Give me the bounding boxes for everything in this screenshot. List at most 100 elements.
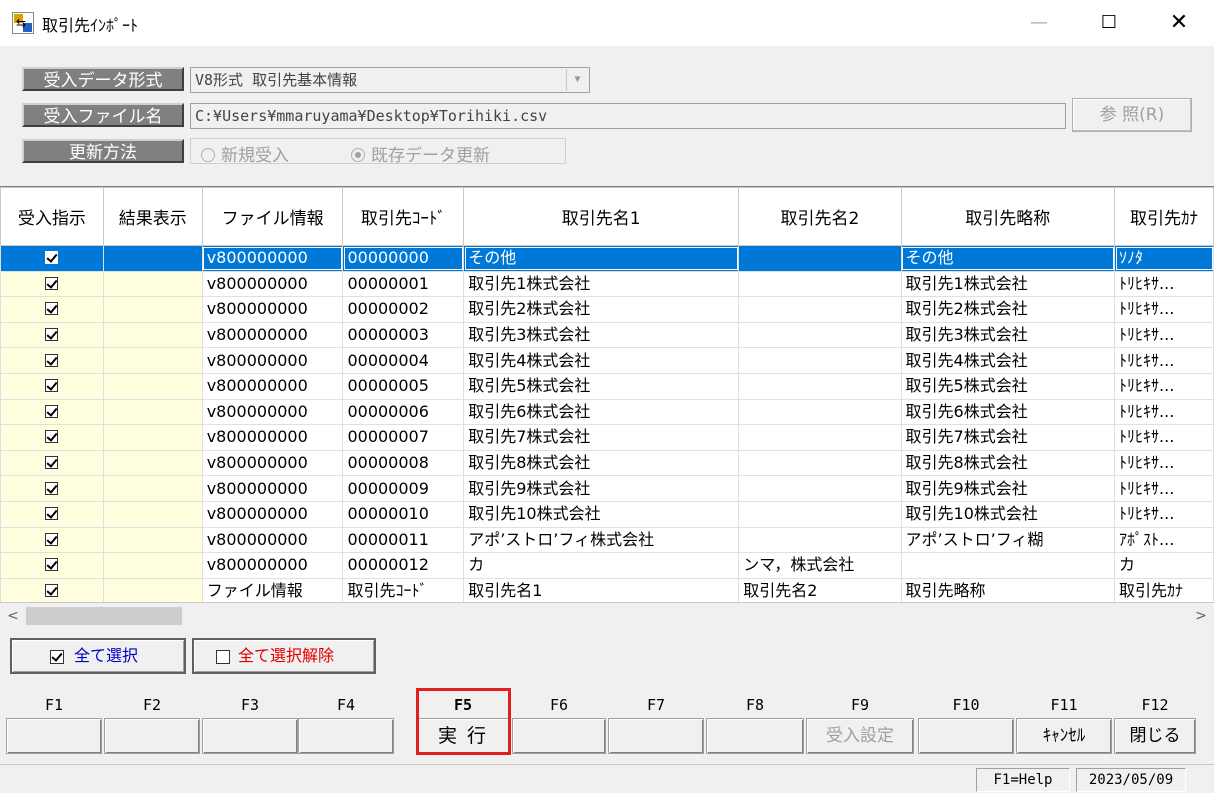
- cell-name1[interactable]: 取引先5株式会社: [463, 372, 740, 400]
- cell-name2[interactable]: [738, 347, 902, 374]
- table-row[interactable]: v800000000 00000003 取引先3株式会社 取引先3株式会社 ﾄﾘﾋｷｻ.…: [0, 321, 1214, 349]
- import-checkbox-cell[interactable]: [0, 449, 104, 477]
- checkbox-checked-icon[interactable]: [45, 353, 59, 367]
- cell-short[interactable]: 取引先7株式会社: [900, 424, 1116, 451]
- import-checkbox-cell[interactable]: [0, 475, 104, 502]
- import-checkbox-cell[interactable]: [0, 500, 104, 528]
- radio-new[interactable]: 新規受入: [201, 141, 289, 166]
- cell-name1[interactable]: 取引先4株式会社: [463, 347, 740, 374]
- column-header[interactable]: 取引先ｺｰﾄﾞ: [342, 187, 465, 246]
- close-button[interactable]: ✕: [1144, 0, 1214, 46]
- fkey-button-f10[interactable]: [918, 718, 1014, 754]
- cell-name2[interactable]: [738, 398, 902, 426]
- cell-code[interactable]: 00000000: [342, 245, 465, 272]
- cell-kana[interactable]: ﾄﾘﾋｷｻ...: [1114, 296, 1214, 323]
- table-row[interactable]: v800000000 00000006 取引先6株式会社 取引先6株式会社 ﾄﾘﾋｷｻ.…: [0, 398, 1214, 426]
- fkey-button-f9[interactable]: 受入設定: [806, 718, 914, 754]
- column-header[interactable]: 取引先名1: [463, 187, 740, 246]
- checkbox-checked-icon[interactable]: [45, 251, 59, 265]
- cell-code[interactable]: 00000012: [342, 552, 465, 579]
- import-checkbox-cell[interactable]: [0, 398, 104, 426]
- cell-file-info[interactable]: v800000000: [201, 424, 344, 451]
- cell-kana[interactable]: ﾄﾘﾋｷｻ...: [1114, 424, 1214, 451]
- cell-short[interactable]: 取引先4株式会社: [900, 347, 1116, 374]
- table-row[interactable]: ファイル情報 取引先ｺｰﾄﾞ 取引先名1 取引先名2 取引先略称 取引先ｶﾅ: [0, 577, 1214, 602]
- import-checkbox-cell[interactable]: [0, 321, 104, 349]
- cell-name2[interactable]: 取引先名2: [738, 577, 902, 602]
- cell-name1[interactable]: その他: [463, 245, 740, 272]
- cell-name2[interactable]: [738, 475, 902, 502]
- column-header[interactable]: 取引先略称: [900, 187, 1116, 246]
- cell-kana[interactable]: ｱﾎﾟｽﾄ...: [1114, 526, 1214, 554]
- cell-kana[interactable]: ﾄﾘﾋｷｻ...: [1114, 475, 1214, 502]
- checkbox-checked-icon[interactable]: [45, 532, 59, 546]
- cell-name2[interactable]: [738, 270, 902, 298]
- table-row[interactable]: v800000000 00000012 カンマ，株式会社カ: [0, 552, 1214, 579]
- import-checkbox-cell[interactable]: [0, 526, 104, 554]
- fkey-button-f6[interactable]: [512, 718, 606, 754]
- deselect-all-button[interactable]: 全て選択解除: [192, 638, 376, 674]
- cell-short[interactable]: [900, 552, 1116, 579]
- cell-code[interactable]: 00000007: [342, 424, 465, 451]
- cell-name1[interactable]: カ: [463, 552, 740, 579]
- cell-file-info[interactable]: v800000000: [201, 449, 344, 477]
- import-checkbox-cell[interactable]: [0, 270, 104, 298]
- cell-short[interactable]: 取引先9株式会社: [900, 475, 1116, 502]
- cell-short[interactable]: 取引先3株式会社: [900, 321, 1116, 349]
- table-row[interactable]: v800000000 00000007 取引先7株式会社 取引先7株式会社 ﾄﾘﾋｷｻ.…: [0, 424, 1214, 451]
- checkbox-checked-icon[interactable]: [45, 584, 59, 598]
- cell-short[interactable]: 取引先略称: [900, 577, 1116, 602]
- cell-code[interactable]: 00000005: [342, 372, 465, 400]
- cell-name1[interactable]: 取引先2株式会社: [463, 296, 740, 323]
- cell-kana[interactable]: ﾄﾘﾋｷｻ...: [1114, 398, 1214, 426]
- cell-kana[interactable]: ﾄﾘﾋｷｻ...: [1114, 500, 1214, 528]
- cell-code[interactable]: 00000008: [342, 449, 465, 477]
- horizontal-scrollbar[interactable]: < >: [0, 602, 1214, 628]
- cell-name1[interactable]: 取引先6株式会社: [463, 398, 740, 426]
- import-checkbox-cell[interactable]: [0, 245, 104, 272]
- checkbox-checked-icon[interactable]: [45, 558, 59, 572]
- radio-existing[interactable]: 既存データ更新: [351, 141, 490, 166]
- scroll-right-icon[interactable]: >: [1188, 603, 1214, 629]
- import-checkbox-cell[interactable]: [0, 296, 104, 323]
- checkbox-checked-icon[interactable]: [45, 507, 59, 521]
- cell-code[interactable]: 00000010: [342, 500, 465, 528]
- cell-code[interactable]: 00000001: [342, 270, 465, 298]
- import-checkbox-cell[interactable]: [0, 372, 104, 400]
- cell-short[interactable]: 取引先2株式会社: [900, 296, 1116, 323]
- cell-short[interactable]: 取引先6株式会社: [900, 398, 1116, 426]
- cell-name1[interactable]: 取引先7株式会社: [463, 424, 740, 451]
- fkey-button-f2[interactable]: [104, 718, 200, 754]
- import-checkbox-cell[interactable]: [0, 347, 104, 374]
- column-header[interactable]: 結果表示: [102, 187, 203, 246]
- minimize-button[interactable]: —: [1004, 0, 1074, 46]
- checkbox-checked-icon[interactable]: [45, 379, 59, 393]
- table-row[interactable]: v800000000 00000010 取引先10株式会社 取引先10株式会社 ﾄﾘﾋｷ…: [0, 500, 1214, 528]
- checkbox-checked-icon[interactable]: [45, 328, 59, 342]
- cell-code[interactable]: 00000002: [342, 296, 465, 323]
- table-row[interactable]: v800000000 00000002 取引先2株式会社 取引先2株式会社 ﾄﾘﾋｷｻ.…: [0, 296, 1214, 323]
- cell-code[interactable]: 00000011: [342, 526, 465, 554]
- table-row[interactable]: v800000000 00000009 取引先9株式会社 取引先9株式会社 ﾄﾘﾋｷｻ.…: [0, 475, 1214, 502]
- table-row[interactable]: v800000000 00000005 取引先5株式会社 取引先5株式会社 ﾄﾘﾋｷｻ.…: [0, 372, 1214, 400]
- cell-name2[interactable]: [738, 500, 902, 528]
- fkey-button-f12[interactable]: 閉じる: [1114, 718, 1196, 754]
- browse-button[interactable]: 参 照(R): [1072, 98, 1192, 132]
- cell-short[interactable]: 取引先1株式会社: [900, 270, 1116, 298]
- cell-file-info[interactable]: ファイル情報: [201, 577, 344, 602]
- cell-kana[interactable]: ﾄﾘﾋｷｻ...: [1114, 372, 1214, 400]
- scroll-left-icon[interactable]: <: [0, 603, 26, 629]
- column-header[interactable]: 取引先名2: [738, 187, 902, 246]
- import-checkbox-cell[interactable]: [0, 552, 104, 579]
- fkey-button-f4[interactable]: [298, 718, 394, 754]
- cell-name2[interactable]: [738, 526, 902, 554]
- fkey-button-f11[interactable]: ｷｬﾝｾﾙ: [1016, 718, 1112, 754]
- table-row[interactable]: v800000000 00000000 その他 その他 ｿﾉﾀ: [0, 245, 1214, 272]
- maximize-button[interactable]: ☐: [1074, 0, 1144, 46]
- fkey-button-f1[interactable]: [6, 718, 102, 754]
- format-select[interactable]: V8形式 取引先基本情報 ▼: [190, 67, 590, 93]
- cell-file-info[interactable]: v800000000: [201, 245, 344, 272]
- cell-file-info[interactable]: v800000000: [201, 321, 344, 349]
- import-checkbox-cell[interactable]: [0, 424, 104, 451]
- cell-name1[interactable]: アポ’ストロ’フィ株式会社: [463, 526, 740, 554]
